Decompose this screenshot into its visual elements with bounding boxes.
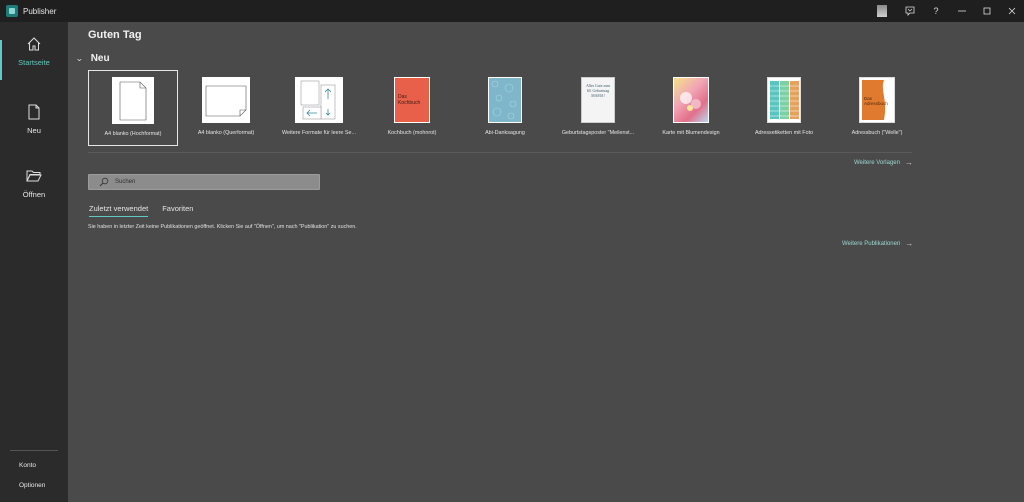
- folder-open-icon: [26, 168, 42, 184]
- divider: [88, 152, 912, 153]
- template-label: Geburtstagsposter "Meilenst...: [561, 130, 635, 136]
- template-a4-portrait[interactable]: A4 blanko (Hochformat): [88, 70, 178, 146]
- more-templates-link[interactable]: Weitere Vorlagen →: [854, 158, 913, 167]
- thumbnail-text: Das Adressbuch: [864, 96, 888, 106]
- close-button[interactable]: [999, 0, 1024, 22]
- template-thumbnail: [673, 77, 709, 123]
- sidebar-item-new[interactable]: Neu: [0, 104, 68, 152]
- template-label: A4 blanko (Hochformat): [104, 131, 162, 137]
- template-thumbnail: [202, 77, 250, 123]
- template-thumbnail: Alles Gute zum 60. Geburtstag MAMA!: [581, 77, 615, 123]
- template-thumbnail: [295, 77, 343, 123]
- more-publications-link[interactable]: Weitere Publikationen →: [842, 239, 913, 248]
- sidebar-item-open[interactable]: Öffnen: [0, 168, 68, 216]
- more-publications-label: Weitere Publikationen: [842, 240, 901, 247]
- sidebar: Startseite Neu Öffnen Konto Optionen: [0, 22, 68, 502]
- sidebar-item-account[interactable]: Konto: [19, 462, 36, 469]
- restore-button[interactable]: [974, 0, 999, 22]
- avatar[interactable]: [877, 5, 887, 17]
- template-thumbnail: Das Adressbuch: [859, 77, 895, 123]
- home-icon: [26, 36, 42, 52]
- recent-tabs: Zuletzt verwendet Favoriten: [89, 204, 207, 217]
- template-label: Weitere Formate für leere Se...: [282, 130, 356, 136]
- sidebar-item-home[interactable]: Startseite: [0, 36, 68, 84]
- template-label: A4 blanko (Querformat): [197, 130, 255, 136]
- template-address-labels[interactable]: Adressetiketten mit Foto: [739, 70, 829, 146]
- search-input[interactable]: Suchen: [88, 174, 320, 190]
- more-templates-label: Weitere Vorlagen: [854, 159, 900, 166]
- template-thumbnail: [767, 77, 801, 123]
- template-label: Abi-Danksagung: [485, 130, 525, 136]
- title-bar: Publisher ?: [0, 0, 1024, 22]
- template-label: Adressbuch ("Welle"): [851, 130, 903, 136]
- tab-favorites[interactable]: Favoriten: [162, 204, 193, 217]
- template-label: Adressetiketten mit Foto: [754, 130, 814, 136]
- template-cookbook[interactable]: Das Kochbuch Kochbuch (mohnrot): [367, 70, 457, 146]
- sidebar-divider: [10, 450, 58, 451]
- tab-recent[interactable]: Zuletzt verwendet: [89, 204, 149, 217]
- new-document-icon: [26, 104, 42, 120]
- template-thumbnail: Das Kochbuch: [394, 77, 430, 123]
- sidebar-item-label: Neu: [27, 126, 41, 135]
- minimize-button[interactable]: [949, 0, 974, 22]
- search-icon: [99, 177, 109, 187]
- arrow-right-icon: →: [904, 158, 913, 167]
- thumbnail-text: Das Kochbuch: [398, 94, 421, 106]
- sidebar-item-label: Öffnen: [22, 190, 46, 199]
- publisher-app-icon: [6, 5, 18, 17]
- template-more-formats[interactable]: Weitere Formate für leere Se...: [274, 70, 364, 146]
- title-bar-controls: ?: [877, 0, 1024, 22]
- template-address-book[interactable]: Das Adressbuch Adressbuch ("Welle"): [832, 70, 922, 146]
- template-thumbnail: [488, 77, 522, 123]
- template-flower-card[interactable]: Karte mit Blumendesign: [646, 70, 736, 146]
- template-thumbnail: [112, 77, 154, 124]
- main-content: Guten Tag ⌄ Neu A4 blanko (Hochformat) A…: [68, 22, 1024, 502]
- sidebar-item-options[interactable]: Optionen: [19, 482, 45, 489]
- app-title: Publisher: [23, 6, 57, 16]
- template-birthday-poster[interactable]: Alles Gute zum 60. Geburtstag MAMA! Gebu…: [553, 70, 643, 146]
- thumbnail-text: Alles Gute zum 60. Geburtstag MAMA!: [586, 84, 610, 98]
- search-placeholder: Suchen: [115, 179, 136, 185]
- page-title: Guten Tag: [88, 29, 142, 41]
- template-label: Karte mit Blumendesign: [662, 130, 720, 136]
- feedback-icon[interactable]: [897, 0, 923, 22]
- template-abi-thanks[interactable]: Abi-Danksagung: [460, 70, 550, 146]
- empty-recent-message: Sie haben in letzter Zeit keine Publikat…: [88, 224, 357, 230]
- new-section-header[interactable]: ⌄ Neu: [75, 53, 110, 64]
- arrow-right-icon: →: [905, 239, 914, 248]
- help-icon[interactable]: ?: [923, 0, 949, 22]
- template-label: Kochbuch (mohnrot): [387, 130, 437, 136]
- chevron-down-icon: ⌄: [75, 54, 84, 63]
- section-title: Neu: [90, 53, 110, 64]
- template-a4-landscape[interactable]: A4 blanko (Querformat): [181, 70, 271, 146]
- sidebar-item-label: Startseite: [18, 58, 50, 67]
